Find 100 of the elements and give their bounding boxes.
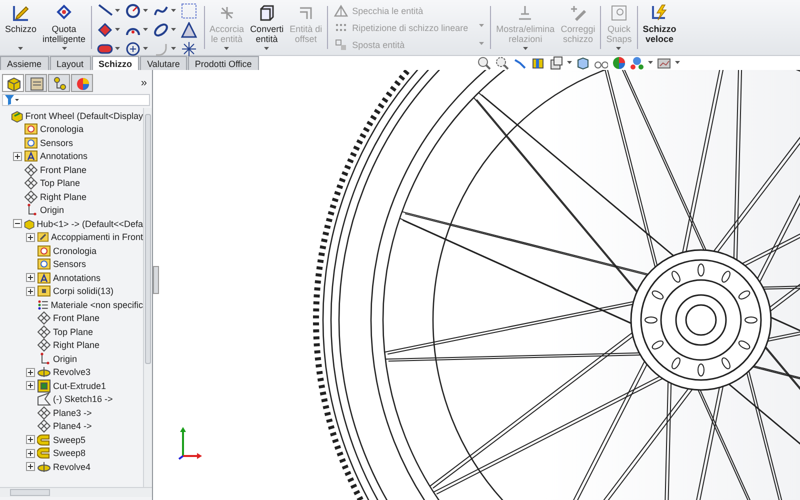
plane-icon[interactable]: [37, 311, 51, 326]
expand-icon[interactable]: [26, 381, 35, 390]
panel-tab[interactable]: [71, 74, 93, 92]
vertical-scrollbar[interactable]: [143, 108, 152, 487]
sweep-icon[interactable]: [37, 432, 51, 447]
expand-icon[interactable]: [26, 448, 35, 458]
plane-icon[interactable]: [37, 324, 51, 339]
caret-icon[interactable]: [170, 47, 176, 51]
expand-icon[interactable]: [26, 368, 35, 377]
panel-tab[interactable]: [25, 74, 47, 92]
tree-item[interactable]: Top Plane: [40, 178, 80, 188]
tree-item[interactable]: Right Plane: [40, 192, 87, 202]
person-config-icon[interactable]: [51, 75, 67, 91]
tree-item[interactable]: Front Plane: [40, 164, 87, 175]
tree-item[interactable]: Corpi solidi(13): [53, 286, 114, 296]
section-view-icon[interactable]: [531, 56, 545, 70]
more-button[interactable]: »: [138, 77, 150, 89]
caret-icon[interactable]: [62, 47, 67, 51]
circle-icon[interactable]: [124, 3, 141, 19]
tree-item[interactable]: Sensors: [53, 259, 86, 270]
tree-item[interactable]: Sweep5: [53, 434, 86, 445]
scene-icon[interactable]: [630, 56, 644, 70]
tree-item[interactable]: Origin: [53, 354, 78, 364]
caret-icon[interactable]: [170, 28, 176, 32]
revolve-icon[interactable]: [37, 460, 51, 474]
gauge-folder-icon[interactable]: [24, 136, 38, 150]
caret-icon[interactable]: [675, 61, 680, 65]
folder-icon[interactable]: [37, 284, 51, 298]
plane-icon[interactable]: [24, 176, 38, 190]
material-icon[interactable]: [37, 298, 49, 312]
tree-item[interactable]: Hub<1> -> (Default<<Defa: [36, 218, 143, 229]
tree-item[interactable]: Plane4 ->: [53, 421, 92, 432]
toolbar-button[interactable]: Quota intelligente: [40, 2, 89, 54]
paperclip-folder-icon[interactable]: [37, 230, 49, 244]
panel-tab[interactable]: [2, 74, 24, 92]
triangle-icon[interactable]: [180, 22, 197, 38]
collapse-icon[interactable]: [13, 219, 22, 228]
tree-item[interactable]: Origin: [40, 205, 64, 216]
appearance-ball-icon[interactable]: [612, 56, 626, 70]
caret-icon[interactable]: [142, 28, 148, 32]
toolbar-button[interactable]: Converti entità: [247, 2, 287, 54]
toolbar-button[interactable]: Schizzo veloce: [640, 2, 680, 54]
command-tab[interactable]: Assieme: [0, 56, 49, 70]
expand-icon[interactable]: [26, 286, 35, 296]
filter-icon[interactable]: [5, 95, 19, 105]
view-settings-icon[interactable]: [657, 56, 671, 70]
caret-icon[interactable]: [264, 47, 270, 51]
color-ball-icon[interactable]: [74, 75, 90, 91]
tree-item[interactable]: Annotations: [53, 272, 101, 283]
tree-item[interactable]: Accoppiamenti in Front: [50, 232, 143, 242]
pencil-sketch-icon[interactable]: [10, 3, 31, 23]
command-tab[interactable]: Layout: [50, 56, 91, 70]
cut-extrude-icon[interactable]: [37, 378, 51, 393]
tree-item[interactable]: Cronologia: [40, 124, 84, 134]
zoom-area-icon[interactable]: [495, 56, 509, 70]
tree-item[interactable]: Front Wheel (Default<Display: [25, 110, 143, 121]
letter-a-icon[interactable]: [24, 149, 38, 164]
tree-item[interactable]: Materiale <non specific: [50, 300, 143, 310]
cube-icon[interactable]: [5, 75, 21, 91]
caret-icon[interactable]: [114, 9, 120, 13]
panel-collapse-handle[interactable]: [153, 266, 159, 294]
clipboard-icon[interactable]: [28, 75, 44, 91]
tree-item[interactable]: Sensors: [40, 138, 74, 148]
caret-icon[interactable]: [142, 9, 148, 13]
caret-icon[interactable]: [567, 61, 572, 65]
caret-icon[interactable]: [142, 47, 148, 51]
plane-icon[interactable]: [37, 338, 51, 352]
panel-tab[interactable]: [48, 74, 70, 92]
tree-item[interactable]: Right Plane: [53, 340, 100, 350]
revolve-icon[interactable]: [37, 365, 51, 380]
tree-item[interactable]: Sweep8: [53, 448, 86, 458]
tree-item[interactable]: Cut-Extrude1: [53, 380, 106, 391]
caret-icon[interactable]: [114, 47, 120, 51]
horizontal-scrollbar[interactable]: [0, 487, 152, 497]
tree-item[interactable]: Revolve3: [53, 367, 91, 378]
plane-icon[interactable]: [24, 190, 38, 204]
dashed-square-icon[interactable]: [180, 3, 197, 19]
clock-folder-icon[interactable]: [37, 244, 51, 258]
clock-folder-icon[interactable]: [24, 122, 38, 136]
tree-item[interactable]: Plane3 ->: [53, 408, 92, 418]
caret-icon[interactable]: [18, 47, 24, 51]
tree-item[interactable]: (-) Sketch16 ->: [53, 394, 113, 404]
plane-icon[interactable]: [24, 162, 38, 177]
tree-item[interactable]: Revolve4: [53, 462, 91, 472]
command-tab[interactable]: Prodotti Office: [188, 56, 259, 70]
gauge-folder-icon[interactable]: [37, 257, 51, 272]
caret-icon[interactable]: [114, 28, 120, 32]
star-point-icon[interactable]: [180, 41, 197, 57]
plane-icon[interactable]: [37, 419, 51, 434]
command-tab[interactable]: Schizzo: [92, 56, 140, 70]
expand-icon[interactable]: [26, 435, 35, 444]
command-tab[interactable]: Valutare: [140, 56, 187, 70]
sketch-icon[interactable]: [37, 392, 51, 406]
sweep-icon[interactable]: [37, 446, 51, 460]
tree-item[interactable]: Cronologia: [53, 246, 97, 256]
ellipse-icon[interactable]: [152, 22, 169, 38]
expand-icon[interactable]: [26, 462, 35, 472]
polygon-icon[interactable]: [124, 41, 141, 57]
expand-icon[interactable]: [26, 273, 35, 282]
tree-item[interactable]: Top Plane: [53, 326, 94, 337]
